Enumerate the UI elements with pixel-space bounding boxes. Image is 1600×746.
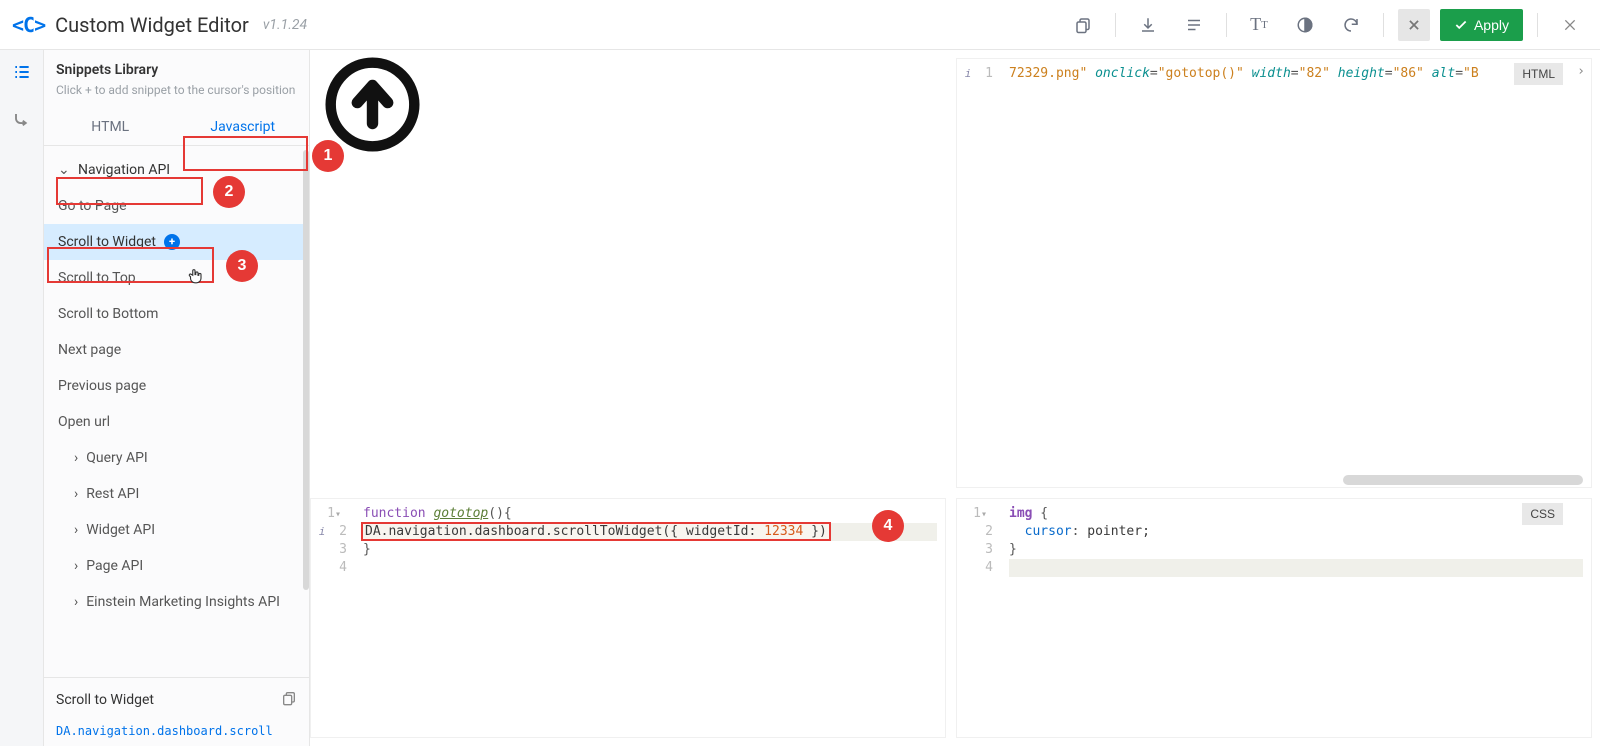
tab-javascript[interactable]: Javascript	[177, 107, 310, 145]
code-text: onclick	[1095, 66, 1150, 81]
snippet-scroll-to-top[interactable]: Scroll to Top	[44, 260, 309, 296]
top-bar-right: TT Apply	[1065, 7, 1588, 43]
lang-badge-html: HTML	[1514, 63, 1563, 85]
highlighted-code: DA.navigation.dashboard.scrollToWidget({…	[363, 524, 829, 539]
contrast-icon[interactable]	[1287, 7, 1323, 43]
chevron-right-icon: ›	[74, 594, 78, 610]
code-text: cursor	[1025, 524, 1072, 539]
snippets-list[interactable]: ⌄ Navigation API Go to Page Scroll to Wi…	[44, 146, 309, 677]
fold-icon[interactable]: ▾	[981, 509, 993, 520]
download-icon[interactable]	[1130, 7, 1166, 43]
snippet-next-page[interactable]: Next page	[44, 332, 309, 368]
add-snippet-icon[interactable]: +	[164, 234, 180, 250]
group-label: Widget API	[86, 522, 155, 538]
gutter: i 1	[957, 59, 1001, 487]
code-text: 72329.png"	[1009, 66, 1087, 81]
separator	[1537, 13, 1538, 37]
code-text: function	[363, 506, 426, 521]
code-text: "82"	[1299, 66, 1330, 81]
tab-html[interactable]: HTML	[44, 107, 177, 145]
chevron-right-icon: ›	[74, 558, 78, 574]
copy-icon[interactable]	[281, 690, 297, 710]
snippet-go-to-page[interactable]: Go to Page	[44, 188, 309, 224]
snippet-label: Scroll to Widget	[58, 234, 156, 250]
code-text: gototop	[433, 506, 488, 521]
redo-rail-icon[interactable]	[13, 111, 31, 134]
code-text: alt	[1432, 66, 1455, 81]
info-icon: i	[965, 67, 978, 80]
group-rest-api[interactable]: › Rest API	[44, 476, 309, 512]
chevron-right-icon: ›	[74, 486, 78, 502]
group-label: Navigation API	[78, 162, 170, 178]
chevron-down-icon: ⌄	[58, 162, 70, 178]
js-code[interactable]: function gototop(){ DA.navigation.dashbo…	[355, 499, 945, 737]
chevron-right-icon: ›	[74, 522, 78, 538]
snippet-previous-page[interactable]: Previous page	[44, 368, 309, 404]
group-navigation-api[interactable]: ⌄ Navigation API	[44, 152, 309, 188]
chevron-right-icon: ›	[74, 450, 78, 466]
text-size-icon[interactable]: TT	[1241, 7, 1277, 43]
code-text: "B	[1463, 66, 1479, 81]
group-page-api[interactable]: › Page API	[44, 548, 309, 584]
code-text: height	[1338, 66, 1385, 81]
code-text: }	[1009, 542, 1017, 557]
top-bar-left: <C> Custom Widget Editor v1.1.24	[12, 13, 307, 37]
main-area: Snippets Library Click + to add snippet …	[0, 50, 1600, 746]
separator	[1226, 13, 1227, 37]
snippet-scroll-to-widget[interactable]: Scroll to Widget +	[44, 224, 309, 260]
app-logo: <C>	[12, 13, 45, 37]
gutter: 1▾ i 2 3 4	[311, 499, 355, 737]
css-editor-pane[interactable]: 1▾ 2 3 4 img { cursor: pointer; } CSS	[956, 498, 1592, 738]
snippets-sidebar: Snippets Library Click + to add snippet …	[44, 50, 310, 746]
code-text: img	[1009, 506, 1032, 521]
js-editor-pane[interactable]: 1▾ i 2 3 4 function gototop(){ DA.naviga…	[310, 498, 946, 738]
cancel-button[interactable]	[1398, 9, 1430, 41]
html-code[interactable]: 72329.png" onclick="gototop()" width="82…	[1001, 59, 1591, 487]
code-text: width	[1252, 66, 1291, 81]
close-icon[interactable]	[1552, 7, 1588, 43]
snippet-open-url[interactable]: Open url	[44, 404, 309, 440]
apply-label: Apply	[1474, 17, 1509, 33]
horizontal-scrollbar[interactable]	[1343, 475, 1583, 485]
preview-pane	[310, 58, 946, 488]
code-text: }	[363, 542, 371, 557]
separator	[1383, 13, 1384, 37]
scroll-right-icon[interactable]: ›	[1577, 63, 1585, 81]
snippet-scroll-to-bottom[interactable]: Scroll to Bottom	[44, 296, 309, 332]
group-label: Page API	[86, 558, 143, 574]
lang-badge-css: CSS	[1522, 503, 1563, 525]
sidebar-tabs: HTML Javascript	[44, 107, 309, 146]
css-code[interactable]: img { cursor: pointer; } CSS	[1001, 499, 1591, 737]
apply-button[interactable]: Apply	[1440, 9, 1523, 41]
code-text: "86"	[1393, 66, 1424, 81]
html-editor-pane[interactable]: i 1 72329.png" onclick="gototop()" width…	[956, 58, 1592, 488]
app-version: v1.1.24	[263, 17, 307, 33]
sidebar-hint: Click + to add snippet to the cursor's p…	[56, 82, 297, 99]
app-title: Custom Widget Editor	[55, 13, 249, 37]
top-bar: <C> Custom Widget Editor v1.1.24 TT Appl…	[0, 0, 1600, 50]
sidebar-footer: Scroll to Widget DA.navigation.dashboard…	[44, 677, 309, 746]
group-widget-api[interactable]: › Widget API	[44, 512, 309, 548]
sidebar-header: Snippets Library Click + to add snippet …	[44, 50, 309, 107]
snippets-rail-icon[interactable]	[12, 62, 32, 87]
group-label: Rest API	[86, 486, 139, 502]
group-query-api[interactable]: › Query API	[44, 440, 309, 476]
group-label: Query API	[86, 450, 148, 466]
fold-icon[interactable]: ▾	[335, 509, 347, 520]
group-einstein-api[interactable]: › Einstein Marketing Insights API	[44, 584, 309, 620]
separator	[1115, 13, 1116, 37]
info-icon: i	[319, 525, 332, 538]
gutter: 1▾ 2 3 4	[957, 499, 1001, 737]
refresh-icon[interactable]	[1333, 7, 1369, 43]
group-label: Einstein Marketing Insights API	[86, 594, 280, 610]
scrollbar[interactable]	[303, 150, 309, 590]
left-rail	[0, 50, 44, 746]
editors-grid: i 1 72329.png" onclick="gototop()" width…	[310, 50, 1600, 746]
sidebar-title: Snippets Library	[56, 62, 297, 78]
footer-title: Scroll to Widget	[56, 692, 154, 708]
list-icon[interactable]	[1176, 7, 1212, 43]
copy-icon[interactable]	[1065, 7, 1101, 43]
footer-code-preview: DA.navigation.dashboard.scroll	[56, 724, 297, 738]
code-text: "gototop()"	[1158, 66, 1244, 81]
